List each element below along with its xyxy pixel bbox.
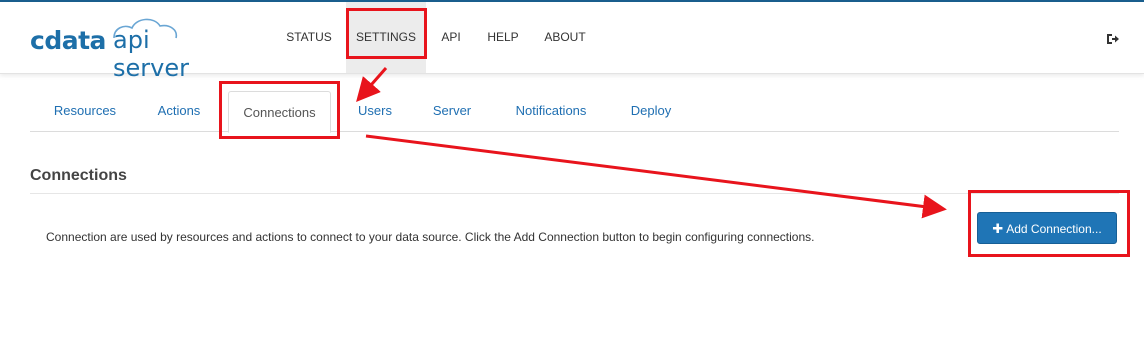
section-title: Connections (30, 167, 127, 184)
section-divider (30, 193, 1119, 194)
product-name: api server (113, 26, 189, 82)
tab-notifications[interactable]: Notifications (508, 90, 594, 130)
tab-actions[interactable]: Actions (148, 90, 210, 130)
annotation-box-add-connection (968, 190, 1130, 257)
logout-icon[interactable] (1106, 32, 1120, 46)
nav-api[interactable]: API (432, 2, 470, 73)
nav-status[interactable]: STATUS (276, 2, 342, 73)
brand-name: cdata (30, 26, 106, 55)
nav-about[interactable]: ABOUT (538, 2, 592, 73)
tab-server[interactable]: Server (426, 90, 478, 130)
connections-description: Connection are used by resources and act… (46, 230, 815, 244)
tab-deploy[interactable]: Deploy (624, 90, 678, 130)
nav-help[interactable]: HELP (480, 2, 526, 73)
tab-users[interactable]: Users (350, 90, 400, 130)
annotation-box-settings (346, 8, 427, 59)
settings-tabs: Resources Actions Connections Users Serv… (30, 90, 1119, 133)
annotation-box-connections (219, 81, 340, 139)
cdata-logo[interactable]: cdata api server (30, 18, 220, 82)
tab-resources[interactable]: Resources (44, 90, 126, 130)
app-header: cdata api server STATUS SETTINGS API HEL… (0, 2, 1144, 82)
arrow-connections-to-add-button (365, 134, 947, 219)
